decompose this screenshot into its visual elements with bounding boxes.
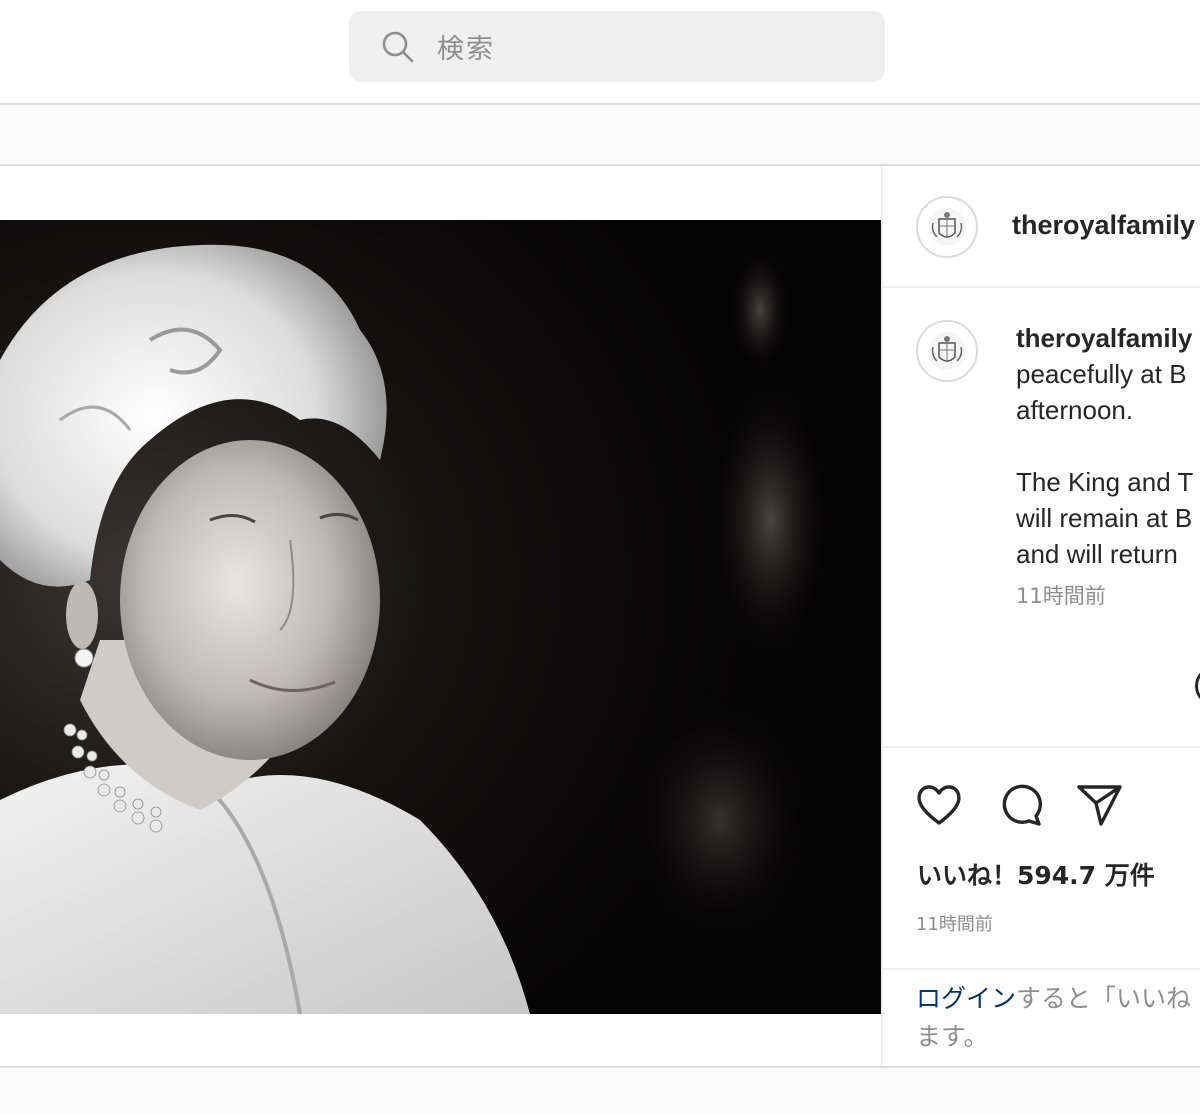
post-timestamp[interactable]: 11時間前 bbox=[916, 910, 993, 936]
avatar[interactable] bbox=[916, 196, 978, 258]
caption-line: and will return bbox=[1016, 539, 1178, 569]
caption-text: theroyalfamily peacefully at B afternoon… bbox=[1016, 320, 1200, 572]
action-bar: いいね！594.7 万件 11時間前 bbox=[883, 748, 1200, 970]
caption-line: will remain at B bbox=[1016, 503, 1193, 533]
post-sidebar: theroyalfamily theroyalfamily peacefully… bbox=[881, 166, 1200, 1068]
search-icon bbox=[381, 30, 415, 64]
post-photo[interactable] bbox=[0, 220, 881, 1014]
coat-of-arms-icon bbox=[928, 332, 966, 370]
caption-line: The King and T bbox=[1016, 467, 1194, 497]
share-icon[interactable] bbox=[1075, 780, 1125, 830]
caption-line bbox=[1016, 428, 1200, 464]
heart-icon[interactable] bbox=[914, 780, 964, 830]
caption-area: theroyalfamily peacefully at B afternoon… bbox=[883, 288, 1200, 748]
search-placeholder[interactable]: 検索 bbox=[437, 27, 495, 66]
login-prompt-text-2: ます。 bbox=[916, 1022, 989, 1051]
caption-line: peacefully at B bbox=[1016, 359, 1187, 389]
like-count[interactable]: いいね！594.7 万件 bbox=[917, 856, 1155, 892]
more-comments-icon[interactable] bbox=[1195, 666, 1200, 706]
post-media bbox=[0, 166, 881, 1068]
top-bar: 検索 bbox=[0, 0, 1200, 105]
login-link[interactable]: ログイン bbox=[916, 984, 1016, 1013]
comment-icon[interactable] bbox=[995, 780, 1045, 830]
caption-line: afternoon. bbox=[1016, 395, 1134, 425]
search-bar[interactable]: 検索 bbox=[349, 11, 885, 82]
caption-username[interactable]: theroyalfamily bbox=[1016, 320, 1200, 356]
login-prompt-text: すると「いいね bbox=[1016, 984, 1192, 1013]
post: theroyalfamily theroyalfamily peacefully… bbox=[0, 166, 1200, 1068]
bottom-divider bbox=[0, 1066, 1200, 1068]
caption-avatar[interactable] bbox=[916, 320, 978, 382]
nav-band bbox=[0, 105, 1200, 166]
header-username[interactable]: theroyalfamily bbox=[1012, 210, 1195, 241]
coat-of-arms-icon bbox=[928, 208, 966, 246]
post-header: theroyalfamily bbox=[883, 166, 1200, 288]
caption-timestamp[interactable]: 11時間前 bbox=[1016, 580, 1106, 610]
login-prompt: ログインすると「いいね ます。 bbox=[916, 980, 1200, 1056]
